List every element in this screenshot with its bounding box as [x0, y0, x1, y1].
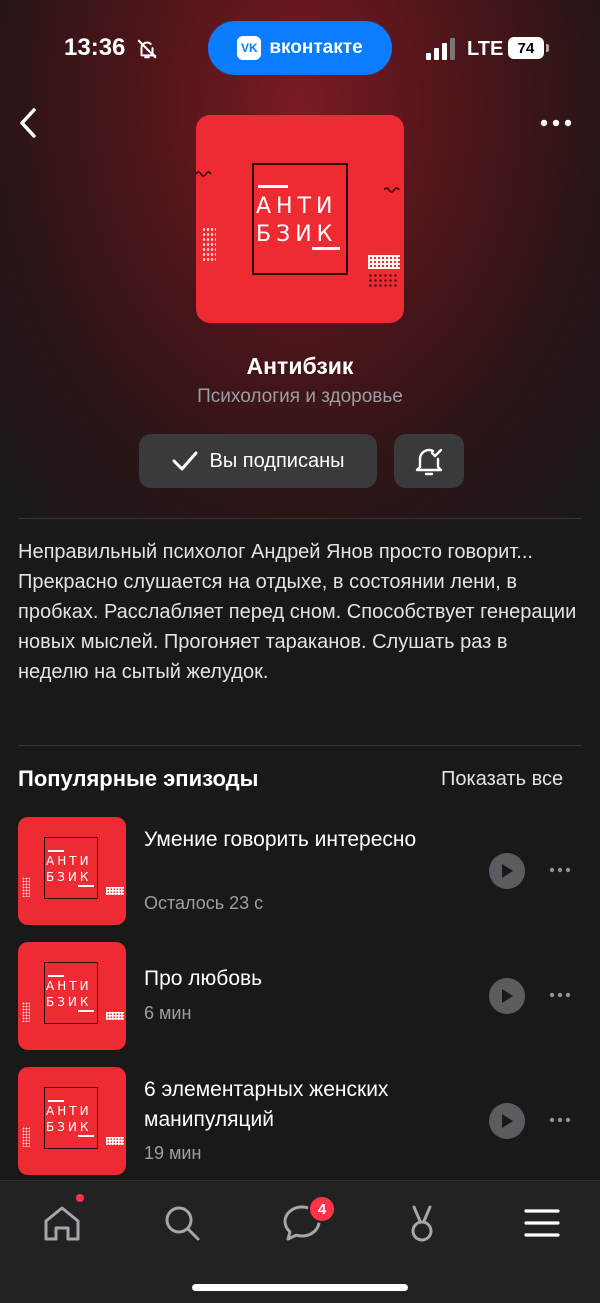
popular-episodes-title: Популярные эпизоды: [18, 766, 259, 791]
cover-title: АНТИ БЗИК: [256, 193, 356, 249]
more-options-button[interactable]: [536, 110, 576, 136]
podcast-category[interactable]: Психология и здоровье: [0, 386, 600, 408]
vk-logo-icon: VK: [237, 36, 262, 60]
divider: [18, 518, 582, 519]
episode-thumbnail: АНТИ БЗИК: [18, 1067, 126, 1175]
search-icon[interactable]: [160, 1201, 204, 1245]
home-notification-dot: [76, 1194, 84, 1202]
episode-meta: 19 мин: [144, 1143, 202, 1163]
episode-more-icon[interactable]: [548, 990, 572, 1000]
subscribed-label: Вы подписаны: [209, 449, 345, 472]
podcast-description: Неправильный психолог Андрей Янов просто…: [18, 541, 577, 683]
show-all-link[interactable]: Показать все: [441, 768, 563, 791]
notifications-button[interactable]: [394, 434, 464, 488]
vk-pill-label: вконтакте: [269, 37, 363, 58]
episode-meta: Осталось 23 с: [144, 893, 264, 913]
home-indicator: [192, 1284, 408, 1291]
play-button[interactable]: [489, 978, 525, 1014]
cover-line: [312, 247, 340, 250]
episode-item[interactable]: АНТИ БЗИК Про любовь 6 мин: [18, 942, 582, 1050]
thumb-dots: [22, 1002, 30, 1022]
checkmark-icon: [172, 451, 197, 471]
thumb-title-line2: БЗИК: [46, 995, 92, 1009]
bell-off-icon: [137, 39, 157, 59]
thumb-title: АНТИ БЗИК: [46, 978, 106, 1010]
battery-level: 74: [508, 37, 544, 59]
signal-icon: [426, 38, 455, 60]
thumb-title-line1: АНТИ: [46, 979, 92, 993]
thumb-line: [78, 885, 94, 887]
home-icon[interactable]: [40, 1201, 84, 1245]
play-icon: [502, 864, 513, 878]
thumb-line: [48, 1100, 64, 1102]
episode-title: 6 элементарных женских манипуляций: [144, 1078, 389, 1131]
vk-app-pill[interactable]: VK вконтакте: [208, 21, 392, 75]
cover-grid: [368, 255, 400, 269]
episode-meta: 6 мин: [144, 1003, 192, 1023]
cover-dots: [368, 273, 398, 287]
thumb-grid: [106, 1012, 124, 1020]
cover-title-line2: БЗИК: [256, 222, 338, 247]
thumb-line: [78, 1135, 94, 1137]
thumb-title-line1: АНТИ: [46, 1104, 92, 1118]
network-type: LTE: [467, 38, 504, 60]
back-button[interactable]: [14, 104, 44, 142]
cover-title-line1: АНТИ: [256, 194, 338, 219]
thumb-title: АНТИ БЗИК: [46, 1103, 106, 1135]
episode-item[interactable]: АНТИ БЗИК 6 элементарных женских манипул…: [18, 1067, 582, 1175]
episode-title: Умение говорить интересно: [144, 828, 417, 851]
thumb-line: [48, 850, 64, 852]
thumb-grid: [106, 1137, 124, 1145]
bell-check-icon: [415, 448, 443, 476]
thumb-dots: [22, 877, 30, 897]
wave-decoration: [384, 187, 400, 193]
thumb-title-line2: БЗИК: [46, 870, 92, 884]
subscribed-button[interactable]: Вы подписаны: [139, 434, 377, 488]
podcast-title: Антибзик: [246, 353, 354, 379]
play-icon: [502, 989, 513, 1003]
thumb-grid: [106, 887, 124, 895]
episode-more-icon[interactable]: [548, 1115, 572, 1125]
thumb-title-line1: АНТИ: [46, 854, 92, 868]
messages-badge: 4: [308, 1195, 336, 1223]
podcast-cover: АНТИ БЗИК: [196, 115, 404, 323]
episode-item[interactable]: АНТИ БЗИК Умение говорить интересно Оста…: [18, 817, 582, 925]
battery-tip: [546, 44, 549, 52]
menu-icon[interactable]: [520, 1201, 564, 1245]
divider: [18, 745, 582, 746]
status-time: 13:36: [64, 34, 126, 61]
status-bar: 13:36 VK вконтакте LTE 74: [0, 0, 600, 96]
thumb-title: АНТИ БЗИК: [46, 853, 106, 885]
episode-more-icon[interactable]: [548, 865, 572, 875]
thumb-line: [48, 975, 64, 977]
thumb-line: [78, 1010, 94, 1012]
episode-thumbnail: АНТИ БЗИК: [18, 942, 126, 1050]
clips-icon[interactable]: [400, 1201, 444, 1245]
play-button[interactable]: [489, 853, 525, 889]
episode-thumbnail: АНТИ БЗИК: [18, 817, 126, 925]
episode-title: Про любовь: [144, 967, 263, 990]
cover-dots: [202, 227, 216, 263]
play-button[interactable]: [489, 1103, 525, 1139]
thumb-dots: [22, 1127, 30, 1147]
thumb-title-line2: БЗИК: [46, 1120, 92, 1134]
play-icon: [502, 1114, 513, 1128]
cover-line: [258, 185, 288, 188]
wave-decoration: [196, 171, 212, 177]
